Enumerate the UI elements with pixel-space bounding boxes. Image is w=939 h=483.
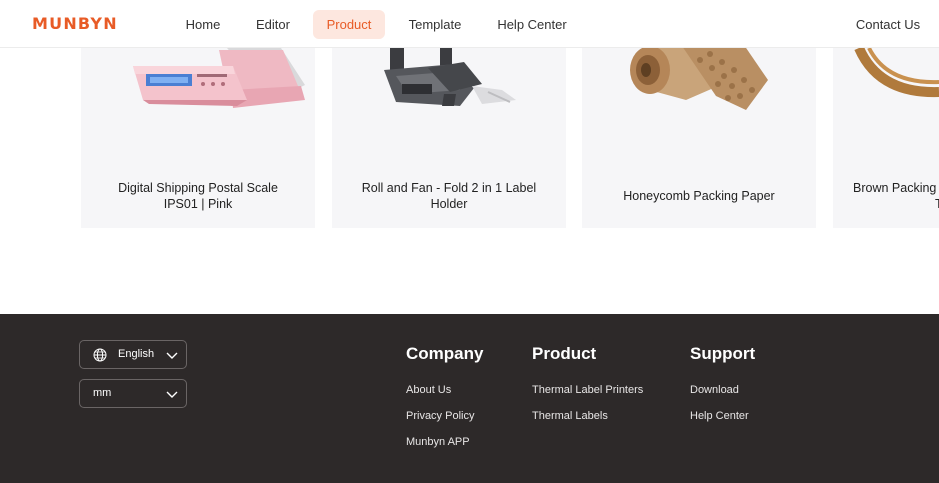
footer-link-munbyn-app[interactable]: Munbyn APP	[406, 436, 470, 448]
language-value: English	[118, 348, 155, 360]
label-holder-image	[384, 48, 516, 106]
product-title-line2: IPS01 | Pink	[163, 197, 233, 211]
packing-tape-image	[854, 45, 939, 98]
nav-home[interactable]: Home	[176, 10, 230, 39]
product-title-line2: Holder	[430, 197, 468, 211]
globe-icon	[93, 348, 107, 362]
footer-link-privacy-policy[interactable]: Privacy Policy	[406, 410, 474, 422]
top-navbar: MUNBYN Home Editor Product Template Help…	[0, 0, 939, 48]
unit-select[interactable]: mm	[79, 379, 187, 408]
contact-us-link[interactable]: Contact Us	[848, 10, 928, 39]
footer-link-about-us[interactable]: About Us	[406, 384, 451, 396]
product-card-brown-packing-tape[interactable]: Brown Packing T	[833, 40, 939, 228]
page: Digital Shipping Postal Scale IPS01 | Pi…	[0, 0, 939, 483]
language-select[interactable]: English	[79, 340, 187, 369]
product-title-line1: Digital Shipping Postal Scale	[118, 181, 278, 195]
chevron-down-icon	[166, 352, 178, 359]
footer-company-title: Company	[406, 344, 484, 363]
postal-scale-image	[133, 48, 305, 108]
footer-link-help-center[interactable]: Help Center	[690, 410, 749, 422]
product-title-line2: T	[935, 197, 939, 211]
product-card-label-holder[interactable]: Roll and Fan - Fold 2 in 1 Label Holder	[332, 40, 566, 228]
nav-help-center[interactable]: Help Center	[490, 10, 574, 39]
footer-link-thermal-labels[interactable]: Thermal Labels	[532, 410, 608, 422]
footer: English mm Company About Us Privacy Poli…	[0, 314, 939, 483]
munbyn-logo[interactable]: MUNBYN	[32, 14, 118, 33]
product-title-line1: Roll and Fan - Fold 2 in 1 Label	[361, 181, 537, 195]
nav-template[interactable]: Template	[400, 10, 470, 39]
footer-link-thermal-label-printers[interactable]: Thermal Label Printers	[532, 384, 643, 396]
footer-support-title: Support	[690, 344, 756, 363]
chevron-down-icon	[166, 391, 178, 398]
product-title-line1: Brown Packing	[853, 181, 937, 195]
footer-link-download[interactable]: Download	[690, 384, 739, 396]
nav-product[interactable]: Product	[313, 10, 385, 39]
footer-product-title: Product	[532, 344, 597, 363]
honeycomb-paper-image	[630, 42, 768, 110]
product-card-honeycomb-paper[interactable]: Honeycomb Packing Paper	[582, 40, 816, 228]
nav-editor[interactable]: Editor	[248, 10, 298, 39]
product-title: Honeycomb Packing Paper	[623, 189, 775, 203]
unit-value: mm	[93, 387, 112, 399]
product-card-postal-scale[interactable]: Digital Shipping Postal Scale IPS01 | Pi…	[81, 40, 315, 228]
